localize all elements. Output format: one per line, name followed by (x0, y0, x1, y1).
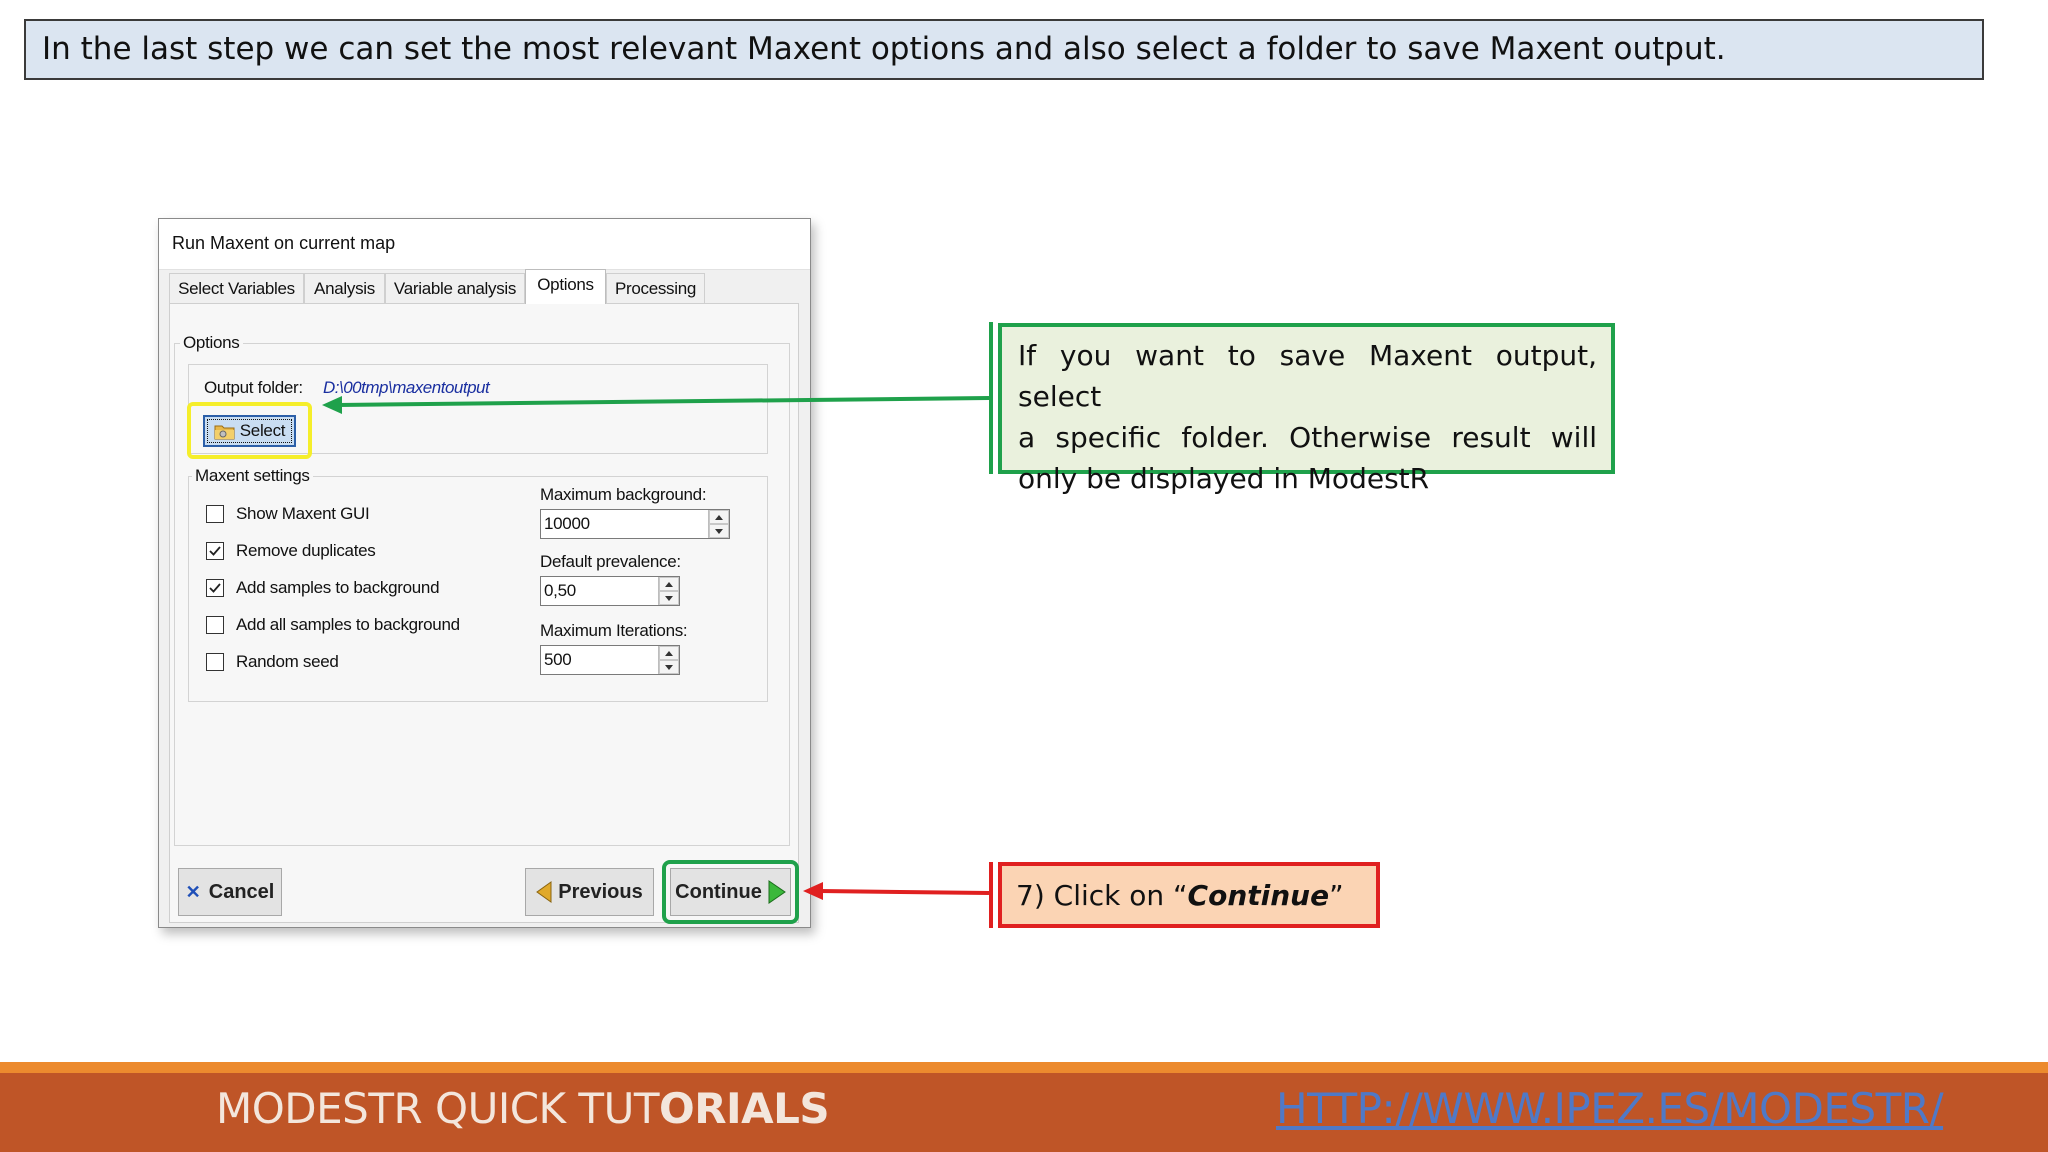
select-folder-callout: If you want to save Maxent output, selec… (998, 323, 1615, 495)
callout-arrows (322, 322, 993, 928)
continue-callout-emph: Continue (1187, 878, 1330, 912)
footer-stripe (0, 1062, 2048, 1073)
footer-bar: MODESTR QUICK TUTORIALS HTTP://WWW.IPEZ.… (0, 1073, 2048, 1152)
continue-callout: 7) Click on “Continue” (998, 862, 1380, 928)
select-callout-line-3: only be displayed in ModestR (1018, 462, 1430, 495)
select-arrow-line (337, 396, 990, 407)
select-callout-line-1: If you want to save Maxent output, selec… (1018, 339, 1597, 413)
footer-title-normal: MODESTR QUICK TUT (216, 1084, 659, 1133)
select-arrow-head (322, 396, 342, 414)
tab-options[interactable]: Options (525, 269, 606, 304)
footer-link[interactable]: HTTP://WWW.IPEZ.ES/MODESTR/ (1276, 1084, 1944, 1133)
continue-callout-suffix: ” (1329, 878, 1344, 912)
select-callout-line-2: a specific folder. Otherwise result will (1018, 421, 1597, 454)
footer-title: MODESTR QUICK TUTORIALS (216, 1084, 830, 1133)
footer-title-bold: ORIALS (658, 1084, 830, 1133)
continue-arrow-line (819, 889, 990, 895)
continue-callout-prefix: 7) Click on “ (1016, 878, 1188, 912)
continue-arrow-head (803, 882, 823, 900)
